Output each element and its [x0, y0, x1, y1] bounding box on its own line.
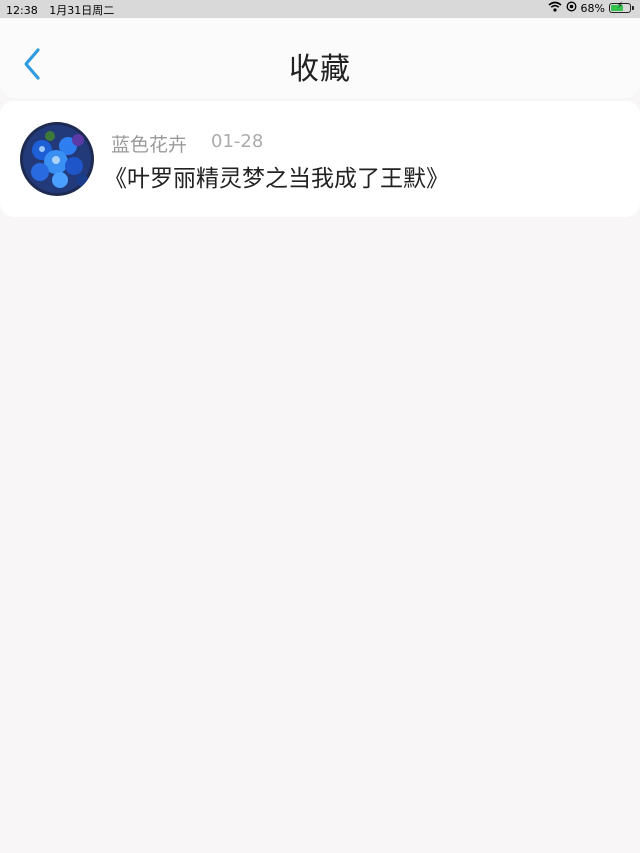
battery-percent: 68%	[580, 1, 605, 15]
favorite-item[interactable]: 蓝色花卉 01-28 《叶罗丽精灵梦之当我成了王默》	[0, 101, 640, 217]
battery-icon: ⚡	[609, 1, 631, 13]
page-title: 收藏	[289, 52, 351, 87]
wifi-icon	[548, 1, 562, 15]
status-bar: 12:38 1月31日周二 68% ⚡	[0, 0, 640, 18]
status-right: 68% ⚡	[548, 1, 634, 15]
nav-bar: 收藏	[0, 18, 640, 98]
status-time: 12:38	[6, 4, 38, 17]
favorite-date: 01-28	[211, 131, 264, 152]
avatar[interactable]	[20, 122, 94, 196]
favorite-title[interactable]: 《叶罗丽精灵梦之当我成了王默》	[104, 159, 449, 193]
battery-cap	[632, 6, 634, 10]
location-lock-icon	[566, 1, 577, 15]
charging-bolt-icon: ⚡	[616, 1, 624, 11]
status-date: 1月31日周二	[49, 4, 115, 17]
favorite-username[interactable]: 蓝色花卉	[111, 130, 187, 157]
status-left: 12:38 1月31日周二	[6, 2, 114, 18]
